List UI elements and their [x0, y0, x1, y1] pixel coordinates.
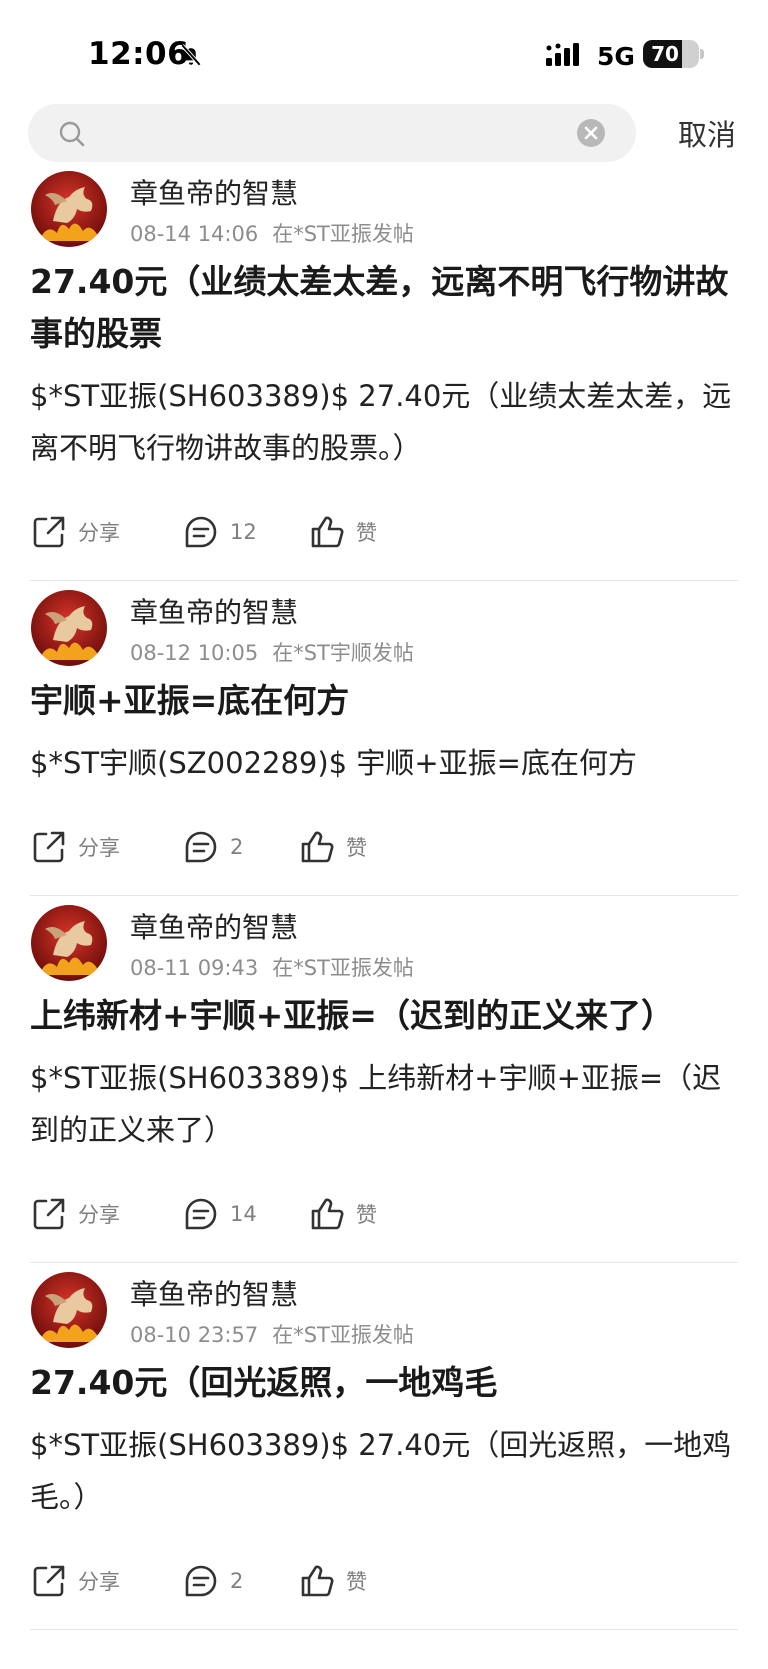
comment-count: 2	[230, 1569, 244, 1593]
comment-button[interactable]: 12	[182, 512, 257, 552]
post-card[interactable]: 章鱼帝的智慧 08-11 09:43 在*ST亚振发帖 上纬新材+宇顺+亚振=（迟…	[30, 896, 738, 1263]
share-button[interactable]: 分享	[30, 512, 120, 552]
like-button[interactable]: 赞	[308, 1194, 377, 1234]
like-label: 赞	[356, 521, 377, 545]
comment-count: 12	[230, 520, 257, 544]
clear-icon[interactable]	[576, 118, 606, 148]
post-actions: 分享 2 赞	[30, 805, 738, 895]
comment-icon	[185, 831, 217, 863]
post-location: 在*ST亚振发帖	[272, 222, 414, 246]
comment-icon	[185, 516, 217, 548]
author-name[interactable]: 章鱼帝的智慧	[130, 591, 298, 631]
post-feed: 章鱼帝的智慧 08-14 14:06 在*ST亚振发帖 27.40元（业绩太差太差…	[0, 162, 768, 1669]
like-label: 赞	[356, 1203, 377, 1227]
share-icon	[33, 1565, 65, 1597]
thumbs-up-icon	[311, 1198, 344, 1230]
comment-count: 2	[230, 835, 244, 859]
post-title[interactable]: 27.40元（回光返照，一地鸡毛	[30, 1357, 738, 1409]
network-label: 5G	[597, 42, 635, 71]
share-button[interactable]: 分享	[30, 1194, 120, 1234]
comment-icon	[185, 1198, 217, 1230]
author-name[interactable]: 章鱼帝的智慧	[130, 1273, 298, 1313]
post-time: 08-11 09:43	[130, 956, 259, 980]
post-header: 章鱼帝的智慧 08-12 10:05 在*ST宇顺发帖	[30, 581, 738, 671]
like-button[interactable]: 赞	[298, 827, 367, 867]
search-icon	[59, 121, 85, 147]
like-label: 赞	[346, 1570, 367, 1594]
share-icon	[33, 516, 65, 548]
like-button[interactable]: 赞	[308, 512, 377, 552]
post-card[interactable]: 章鱼帝的智慧 08-14 14:06 在*ST亚振发帖 27.40元（业绩太差太差…	[30, 162, 738, 581]
share-icon	[33, 1198, 65, 1230]
battery-level: 70	[651, 42, 679, 66]
comment-count: 14	[230, 1202, 257, 1226]
battery-nub	[700, 49, 704, 59]
search-input[interactable]	[100, 112, 560, 154]
post-meta: 08-12 10:05 在*ST宇顺发帖	[130, 637, 414, 667]
post-time: 08-14 14:06	[130, 222, 259, 246]
share-button[interactable]: 分享	[30, 827, 120, 867]
like-button[interactable]: 赞	[298, 1561, 367, 1601]
post-title[interactable]: 上纬新材+宇顺+亚振=（迟到的正义来了）	[30, 990, 738, 1042]
cancel-button[interactable]: 取消	[678, 112, 736, 154]
share-button[interactable]: 分享	[30, 1561, 120, 1601]
share-label: 分享	[78, 1570, 120, 1594]
post-header: 章鱼帝的智慧 08-11 09:43 在*ST亚振发帖	[30, 896, 738, 986]
post-actions: 分享 2 赞	[30, 1539, 738, 1629]
post-card[interactable]: 章鱼帝的智慧 08-10 23:57 在*ST亚振发帖 27.40元（回光返照，一…	[30, 1263, 738, 1630]
post-header: 章鱼帝的智慧 08-10 23:57 在*ST亚振发帖	[30, 1263, 738, 1353]
battery-icon: 70	[643, 40, 699, 68]
thumbs-up-icon	[301, 831, 334, 863]
post-header: 章鱼帝的智慧 08-14 14:06 在*ST亚振发帖	[30, 162, 738, 252]
comment-button[interactable]: 14	[182, 1194, 257, 1234]
avatar[interactable]	[31, 905, 107, 981]
share-label: 分享	[78, 521, 120, 545]
avatar[interactable]	[31, 590, 107, 666]
post-title[interactable]: 27.40元（业绩太差太差，远离不明飞行物讲故事的股票	[30, 256, 738, 360]
post-body[interactable]: $*ST亚振(SH603389)$ 上纬新材+宇顺+亚振=（迟到的正义来了）	[30, 1052, 738, 1156]
status-bar: 12:06 5G 70	[0, 0, 768, 100]
author-name[interactable]: 章鱼帝的智慧	[130, 906, 298, 946]
post-card[interactable]: 章鱼帝的智慧 08-12 10:05 在*ST宇顺发帖 宇顺+亚振=底在何方 $*…	[30, 581, 738, 896]
avatar[interactable]	[31, 1272, 107, 1348]
post-time: 08-10 23:57	[130, 1323, 259, 1347]
post-meta: 08-11 09:43 在*ST亚振发帖	[130, 952, 414, 982]
post-location: 在*ST宇顺发帖	[272, 641, 414, 665]
search-bar[interactable]	[28, 104, 636, 162]
avatar[interactable]	[31, 171, 107, 247]
post-location: 在*ST亚振发帖	[272, 1323, 414, 1347]
bell-slash-icon	[180, 44, 202, 66]
thumbs-up-icon	[311, 516, 344, 548]
share-label: 分享	[78, 1203, 120, 1227]
post-title[interactable]: 宇顺+亚振=底在何方	[30, 675, 738, 727]
share-label: 分享	[78, 836, 120, 860]
post-actions: 分享 12 赞	[30, 490, 738, 580]
share-icon	[33, 831, 65, 863]
post-body[interactable]: $*ST亚振(SH603389)$ 27.40元（业绩太差太差，远离不明飞行物讲…	[30, 370, 738, 474]
comment-button[interactable]: 2	[182, 1561, 243, 1601]
comment-icon	[185, 1565, 217, 1597]
post-actions: 分享 14 赞	[30, 1172, 738, 1262]
status-time: 12:06	[88, 36, 190, 72]
comment-button[interactable]: 2	[182, 827, 243, 867]
post-meta: 08-10 23:57 在*ST亚振发帖	[130, 1319, 414, 1349]
post-time: 08-12 10:05	[130, 641, 259, 665]
signal-icon	[546, 43, 579, 66]
thumbs-up-icon	[301, 1565, 334, 1597]
like-label: 赞	[346, 836, 367, 860]
author-name[interactable]: 章鱼帝的智慧	[130, 172, 298, 212]
post-location: 在*ST亚振发帖	[272, 956, 414, 980]
post-body[interactable]: $*ST亚振(SH603389)$ 27.40元（回光返照，一地鸡毛。）	[30, 1419, 738, 1523]
post-body[interactable]: $*ST宇顺(SZ002289)$ 宇顺+亚振=底在何方	[30, 737, 738, 789]
post-meta: 08-14 14:06 在*ST亚振发帖	[130, 218, 414, 248]
